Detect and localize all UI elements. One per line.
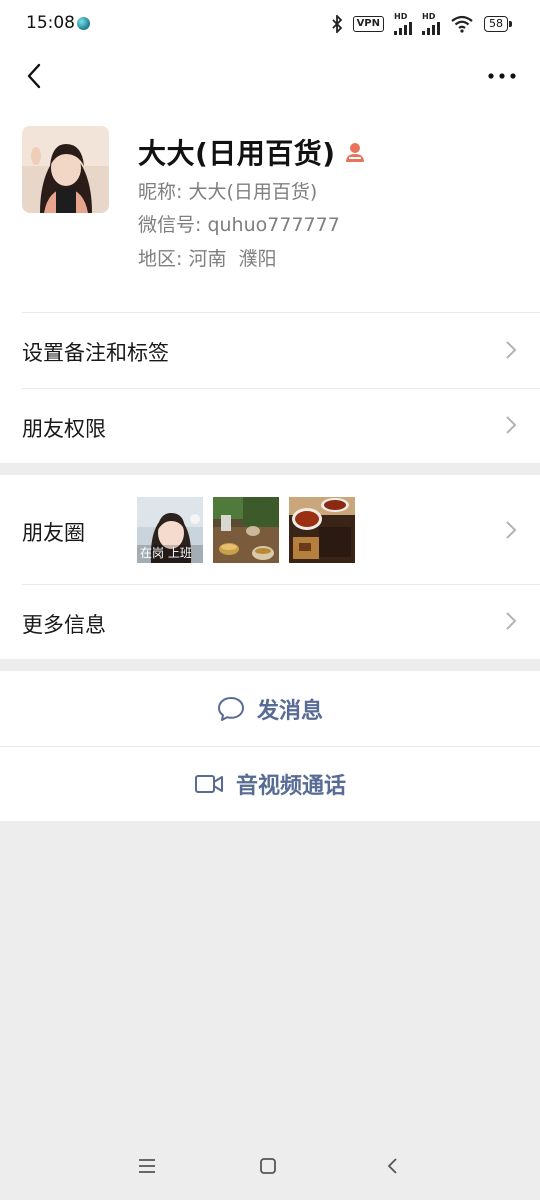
moment-thumb	[289, 497, 355, 563]
signal-2-icon: HD	[422, 13, 440, 35]
wechat-id-label: 微信号:	[138, 214, 202, 236]
send-message-label: 发消息	[256, 698, 323, 724]
nickname-line: 昵称: 大大(日用百货)	[138, 177, 317, 204]
menu-button[interactable]	[134, 1154, 160, 1178]
wifi-icon	[451, 15, 473, 33]
contact-name: 大大(日用百货)	[138, 137, 336, 170]
signal-1-icon: HD	[394, 13, 412, 35]
profile-card: 大大(日用百货) 昵称: 大大(日用百货) 微信号: quhuo777777 地…	[0, 104, 540, 312]
friend-permission-label: 朋友权限	[22, 417, 106, 441]
nav-bar	[0, 48, 540, 104]
back-button[interactable]	[14, 56, 54, 96]
divider	[22, 312, 540, 313]
back-icon	[27, 63, 41, 89]
moment-image	[213, 497, 279, 563]
more-info-row[interactable]: 更多信息	[0, 584, 540, 659]
remark-tags-label: 设置备注和标签	[22, 341, 169, 365]
video-call-label: 音视频通话	[235, 774, 346, 799]
region-value: 河南 濮阳	[188, 248, 277, 270]
divider	[22, 584, 540, 585]
bluetooth-icon	[331, 15, 342, 33]
send-message-button[interactable]: 发消息	[0, 671, 540, 746]
moment-thumb: 在岗 上班	[137, 497, 203, 563]
chevron-right-icon	[506, 521, 517, 539]
friend-permission-row[interactable]: 朋友权限	[0, 388, 540, 463]
chevron-right-icon	[506, 612, 517, 630]
moment-thumb	[213, 497, 279, 563]
hd-label: HD	[422, 12, 436, 21]
moment-image	[289, 497, 355, 563]
avatar-image	[22, 126, 109, 213]
notification-dot-icon	[77, 17, 90, 30]
nickname-label: 昵称:	[138, 181, 183, 203]
more-icon	[488, 73, 516, 79]
chat-bubble-icon	[217, 696, 244, 721]
video-call-button[interactable]: 音视频通话	[0, 746, 540, 821]
hd-label: HD	[394, 12, 408, 21]
avatar[interactable]	[22, 126, 109, 213]
wechat-id-value[interactable]: quhuo777777	[207, 214, 339, 236]
battery-indicator: 58	[484, 16, 512, 32]
divider	[22, 388, 540, 389]
person-badge-icon	[345, 143, 364, 162]
wechat-id-line: 微信号: quhuo777777	[138, 210, 340, 237]
system-nav-bar	[0, 1140, 540, 1192]
region-label: 地区:	[138, 248, 183, 270]
moments-label: 朋友圈	[22, 521, 85, 545]
moment-caption: 在岗 上班	[140, 546, 192, 560]
name-row: 大大(日用百货)	[138, 132, 366, 172]
status-time: 15:08	[26, 13, 75, 33]
more-info-label: 更多信息	[22, 613, 106, 637]
vpn-badge: VPN	[352, 16, 384, 32]
status-bar: 15:08 VPN HD HD 58	[0, 0, 540, 48]
nav-back-icon	[387, 1158, 397, 1174]
more-button[interactable]	[482, 56, 522, 96]
video-camera-icon	[194, 775, 223, 793]
remark-tags-row[interactable]: 设置备注和标签	[0, 312, 540, 388]
chevron-right-icon	[506, 341, 517, 359]
chevron-right-icon	[506, 416, 517, 434]
home-button[interactable]	[255, 1154, 281, 1178]
moments-row[interactable]: 朋友圈 在岗 上班	[0, 475, 540, 584]
home-icon	[260, 1158, 276, 1174]
region-line: 地区: 河南 濮阳	[138, 244, 277, 271]
status-icons: VPN HD HD 58	[331, 12, 512, 36]
menu-icon	[139, 1159, 155, 1173]
nickname-value: 大大(日用百货)	[188, 181, 318, 203]
nav-back-button[interactable]	[379, 1154, 405, 1178]
